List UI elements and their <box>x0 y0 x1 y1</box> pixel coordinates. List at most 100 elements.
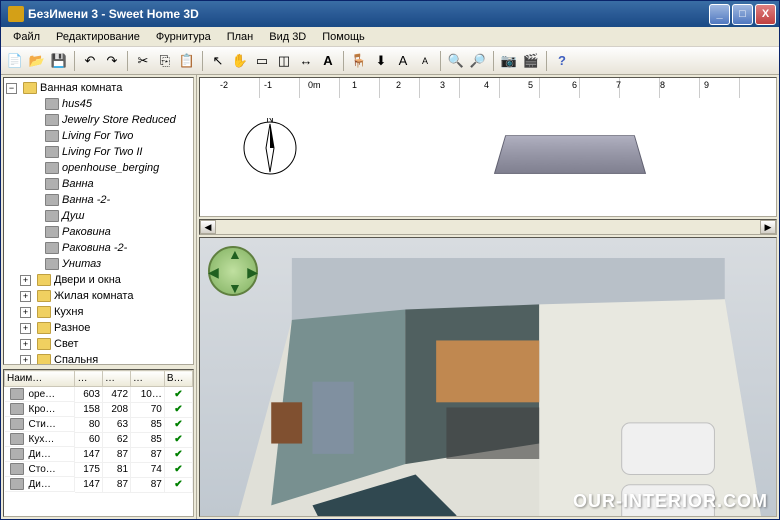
column-header[interactable]: Наим… <box>5 371 75 387</box>
copy-icon[interactable]: ⎘ <box>155 51 175 71</box>
collapse-icon[interactable]: − <box>6 83 17 94</box>
tree-label: Кухня <box>54 306 83 318</box>
table-row[interactable]: Ди…1478787✔ <box>5 477 193 492</box>
plan-view[interactable]: -2-10m123456789 N <box>199 77 777 217</box>
tree-label: Спальня <box>54 354 98 365</box>
tree-item[interactable]: Раковина -2- <box>6 240 191 256</box>
expand-icon[interactable]: + <box>20 339 31 350</box>
menu-furniture[interactable]: Фурнитура <box>148 29 219 45</box>
text-big-icon[interactable]: A <box>393 51 413 71</box>
open-icon[interactable]: 📂 <box>27 51 47 71</box>
visible-checkbox[interactable]: ✔ <box>164 462 192 477</box>
cut-icon[interactable]: ✂ <box>133 51 153 71</box>
text-icon[interactable]: A <box>318 51 338 71</box>
column-header[interactable]: … <box>131 371 165 387</box>
furniture-icon[interactable]: 🪑 <box>349 51 369 71</box>
wall-icon[interactable]: ▭ <box>252 51 272 71</box>
scroll-right-icon[interactable]: ▶ <box>760 220 776 234</box>
folder-icon <box>37 274 51 286</box>
tree-item[interactable]: Раковина <box>6 224 191 240</box>
visible-checkbox[interactable]: ✔ <box>164 477 192 492</box>
tree-category[interactable]: +Жилая комната <box>6 288 191 304</box>
plan-scrollbar[interactable]: ◀ ▶ <box>199 219 777 235</box>
expand-icon[interactable]: + <box>20 355 31 366</box>
video-icon[interactable]: 🎬 <box>521 51 541 71</box>
ruler-tick: 7 <box>616 80 621 90</box>
room-icon[interactable]: ◫ <box>274 51 294 71</box>
folder-icon <box>37 322 51 334</box>
redo-icon[interactable]: ↷ <box>102 51 122 71</box>
expand-icon[interactable]: + <box>20 275 31 286</box>
new-icon[interactable]: 📄 <box>5 51 25 71</box>
expand-icon[interactable]: + <box>20 307 31 318</box>
visible-checkbox[interactable]: ✔ <box>164 387 192 403</box>
titlebar[interactable]: БезИмени 3 - Sweet Home 3D _ □ X <box>1 1 779 27</box>
visible-checkbox[interactable]: ✔ <box>164 402 192 417</box>
tree-label: Ванна <box>62 178 94 190</box>
tree-item[interactable]: openhouse_berging <box>6 160 191 176</box>
visible-checkbox[interactable]: ✔ <box>164 447 192 462</box>
tree-label: Раковина -2- <box>62 242 127 254</box>
toolbar: 📄 📂 💾 ↶ ↷ ✂ ⎘ 📋 ↖ ✋ ▭ ◫ ↔ A 🪑 ⬇ A A 🔍 🔎 … <box>1 47 779 75</box>
pan-icon[interactable]: ✋ <box>230 51 250 71</box>
tree-item[interactable]: hus45 <box>6 96 191 112</box>
table-row[interactable]: ope…60347210…✔ <box>5 387 193 403</box>
table-row[interactable]: Кух…606285✔ <box>5 432 193 447</box>
catalog-tree[interactable]: − Ванная комната hus45Jewelry Store Redu… <box>3 77 194 365</box>
tree-item[interactable]: Jewelry Store Reduced <box>6 112 191 128</box>
menu-view3d[interactable]: Вид 3D <box>261 29 314 45</box>
text-small-icon[interactable]: A <box>415 51 435 71</box>
undo-icon[interactable]: ↶ <box>80 51 100 71</box>
tree-item[interactable]: Living For Two <box>6 128 191 144</box>
zoom-in-icon[interactable]: 🔍 <box>446 51 466 71</box>
tree-category[interactable]: +Свет <box>6 336 191 352</box>
tree-label: Двери и окна <box>54 274 121 286</box>
menu-edit[interactable]: Редактирование <box>48 29 148 45</box>
view-3d[interactable]: ▲ ▼ ◀ ▶ OUR-INTERIOR.COM <box>199 237 777 517</box>
furniture-icon <box>45 114 59 126</box>
save-icon[interactable]: 💾 <box>49 51 69 71</box>
menu-file[interactable]: Файл <box>5 29 48 45</box>
column-header[interactable]: … <box>102 371 130 387</box>
tree-item[interactable]: Душ <box>6 208 191 224</box>
tree-root[interactable]: − Ванная комната <box>6 80 191 96</box>
zoom-out-icon[interactable]: 🔎 <box>468 51 488 71</box>
dimension-icon[interactable]: ↔ <box>296 51 316 71</box>
maximize-button[interactable]: □ <box>732 4 753 25</box>
tree-category[interactable]: + Двери и окна <box>6 272 191 288</box>
furniture-icon <box>45 146 59 158</box>
room-3d-render <box>230 258 766 517</box>
help-icon[interactable]: ? <box>552 51 572 71</box>
select-icon[interactable]: ↖ <box>208 51 228 71</box>
expand-icon[interactable]: + <box>20 323 31 334</box>
tree-category[interactable]: + Кухня <box>6 304 191 320</box>
import-icon[interactable]: ⬇ <box>371 51 391 71</box>
menubar: Файл Редактирование Фурнитура План Вид 3… <box>1 27 779 47</box>
scroll-left-icon[interactable]: ◀ <box>200 220 216 234</box>
column-header[interactable]: … <box>75 371 102 387</box>
column-header[interactable]: В… <box>164 371 192 387</box>
photo-icon[interactable]: 📷 <box>499 51 519 71</box>
tree-item[interactable]: Ванна <box>6 176 191 192</box>
tree-item[interactable]: Living For Two II <box>6 144 191 160</box>
window-title: БезИмени 3 - Sweet Home 3D <box>28 7 709 21</box>
table-row[interactable]: Сто…1758174✔ <box>5 462 193 477</box>
furniture-icon <box>45 194 59 206</box>
visible-checkbox[interactable]: ✔ <box>164 417 192 432</box>
menu-plan[interactable]: План <box>219 29 262 45</box>
table-row[interactable]: Сти…806385✔ <box>5 417 193 432</box>
expand-icon[interactable]: + <box>20 291 31 302</box>
paste-icon[interactable]: 📋 <box>177 51 197 71</box>
close-button[interactable]: X <box>755 4 776 25</box>
tree-item[interactable]: Унитаз <box>6 256 191 272</box>
tree-category[interactable]: + Спальня <box>6 352 191 365</box>
nav-left-icon[interactable]: ◀ <box>208 264 219 281</box>
menu-help[interactable]: Помощь <box>314 29 373 45</box>
table-row[interactable]: Кро…15820870✔ <box>5 402 193 417</box>
tree-category[interactable]: +Разное <box>6 320 191 336</box>
visible-checkbox[interactable]: ✔ <box>164 432 192 447</box>
minimize-button[interactable]: _ <box>709 4 730 25</box>
furniture-table[interactable]: Наим…………В… ope…60347210…✔Кро…15820870✔Ст… <box>3 369 194 517</box>
table-row[interactable]: Ди…1478787✔ <box>5 447 193 462</box>
tree-item[interactable]: Ванна -2- <box>6 192 191 208</box>
